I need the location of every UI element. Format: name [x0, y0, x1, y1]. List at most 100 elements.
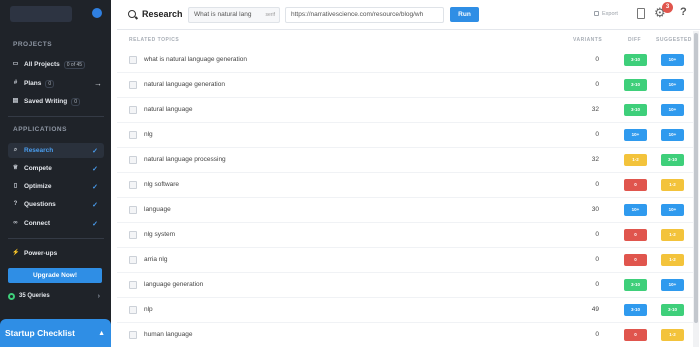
suggested-badge: 1-2	[661, 229, 684, 241]
topic-cell[interactable]: natural language	[144, 106, 192, 113]
row-checkbox[interactable]	[129, 306, 137, 314]
sidebar-item-saved-writing[interactable]: ▤ Saved Writing 0	[8, 94, 104, 109]
table-row[interactable]: nlg 0 10+ 10+	[117, 123, 693, 148]
sidebar-item-plans[interactable]: # Plans 0 →	[8, 76, 104, 91]
row-checkbox[interactable]	[129, 106, 137, 114]
header-variants[interactable]: VARIANTS	[573, 37, 602, 43]
row-checkbox[interactable]	[129, 331, 137, 339]
sidebar-item-research[interactable]: ⌕ Research ✓	[8, 143, 104, 158]
topic-cell[interactable]: nlg system	[144, 231, 175, 238]
sidebar-header	[0, 0, 111, 30]
table-row[interactable]: nlp 49 3-10 3-10	[117, 298, 693, 323]
queries-counter[interactable]: 35 Queries ›	[8, 289, 104, 303]
check-icon: ✓	[92, 165, 98, 173]
document-icon: ▯	[13, 183, 18, 189]
variants-cell: 0	[595, 56, 599, 63]
query-input[interactable]: What is natural lang serif	[188, 7, 280, 23]
sidebar-item-label: Optimize	[24, 183, 52, 190]
table-row[interactable]: what is natural language generation 0 3-10…	[117, 48, 693, 73]
header-suggested[interactable]: SUGGESTED	[656, 37, 692, 43]
topic-cell[interactable]: arria nlg	[144, 256, 167, 263]
table-row[interactable]: human language 0 0 1-2	[117, 323, 693, 347]
topic-cell[interactable]: language	[144, 206, 171, 213]
topic-cell[interactable]: language generation	[144, 281, 203, 288]
table-header: RELATED TOPICS VARIANTS DIFF SUGGESTED	[117, 31, 693, 48]
topic-cell[interactable]: natural language generation	[144, 81, 225, 88]
suggested-badge: 1-2	[661, 254, 684, 266]
row-checkbox[interactable]	[129, 156, 137, 164]
table-row[interactable]: language generation 0 3-10 10+	[117, 273, 693, 298]
search-icon: ⌕	[13, 147, 18, 153]
help-icon[interactable]: ?	[680, 6, 687, 18]
row-checkbox[interactable]	[129, 281, 137, 289]
suggested-badge: 3-10	[661, 304, 684, 316]
table-row[interactable]: natural language 32 3-10 10+	[117, 98, 693, 123]
sidebar-divider	[8, 116, 104, 117]
scrollbar-thumb[interactable]	[694, 33, 698, 323]
topic-cell[interactable]: what is natural language generation	[144, 56, 247, 63]
page-title: Research	[142, 9, 183, 19]
suggested-badge: 10+	[661, 104, 684, 116]
table-row[interactable]: nlg software 0 0 1-2	[117, 173, 693, 198]
check-icon: ✓	[92, 220, 98, 228]
header-diff[interactable]: DIFF	[628, 37, 641, 43]
related-topics-table: RELATED TOPICS VARIANTS DIFF SUGGESTED w…	[117, 31, 693, 347]
row-checkbox[interactable]	[129, 81, 137, 89]
queries-label: 35 Queries	[19, 293, 50, 299]
row-checkbox[interactable]	[129, 206, 137, 214]
variants-cell: 32	[591, 156, 599, 163]
topic-cell[interactable]: human language	[144, 331, 192, 338]
sidebar-item-powerups[interactable]: ⚡ Power-ups	[8, 246, 104, 261]
topic-cell[interactable]: nlp	[144, 306, 153, 313]
sidebar-item-all-projects[interactable]: ▭ All Projects 0 of 45	[8, 57, 104, 72]
row-checkbox[interactable]	[129, 231, 137, 239]
sidebar-item-connect[interactable]: ∞ Connect ✓	[8, 216, 104, 231]
settings-gear-icon[interactable]	[92, 8, 102, 18]
startup-checklist-button[interactable]: Startup Checklist ▲	[0, 319, 111, 347]
diff-badge: 10+	[624, 129, 647, 141]
export-button[interactable]: Export	[602, 11, 618, 17]
row-checkbox[interactable]	[129, 181, 137, 189]
check-icon: ✓	[92, 147, 98, 155]
variants-cell: 0	[595, 81, 599, 88]
sidebar-item-optimize[interactable]: ▯ Optimize ✓	[8, 179, 104, 194]
topic-cell[interactable]: nlg	[144, 131, 153, 138]
sidebar-item-label: Connect	[24, 220, 50, 227]
diff-badge: 0	[624, 229, 647, 241]
header-related-topics[interactable]: RELATED TOPICS	[129, 37, 179, 43]
brand-logo[interactable]	[10, 6, 72, 22]
suggested-badge: 1-2	[661, 329, 684, 341]
diff-badge: 3-10	[624, 79, 647, 91]
upgrade-button[interactable]: Upgrade Now!	[8, 268, 102, 283]
topic-cell[interactable]: nlg software	[144, 181, 179, 188]
row-checkbox[interactable]	[129, 256, 137, 264]
variants-cell: 0	[595, 256, 599, 263]
table-row[interactable]: natural language processing 32 1-2 3-10	[117, 148, 693, 173]
row-checkbox[interactable]	[129, 56, 137, 64]
row-checkbox[interactable]	[129, 131, 137, 139]
diff-badge: 0	[624, 179, 647, 191]
table-row[interactable]: language 30 10+ 10+	[117, 198, 693, 223]
table-row[interactable]: nlg system 0 0 1-2	[117, 223, 693, 248]
table-row[interactable]: arria nlg 0 0 1-2	[117, 248, 693, 273]
arrow-right-icon[interactable]: →	[94, 79, 102, 88]
diff-badge: 1-2	[624, 154, 647, 166]
sidebar-item-compete[interactable]: ♕ Compete ✓	[8, 161, 104, 176]
variants-cell: 0	[595, 281, 599, 288]
diff-badge: 0	[624, 254, 647, 266]
chevron-up-icon: ▲	[98, 329, 105, 337]
suggested-badge: 10+	[661, 79, 684, 91]
url-input[interactable]: https://narrativescience.com/resource/bl…	[285, 7, 444, 23]
variants-cell: 0	[595, 131, 599, 138]
trophy-icon: ♕	[12, 165, 19, 171]
check-icon: ✓	[92, 201, 98, 209]
table-row[interactable]: natural language generation 0 3-10 10+	[117, 73, 693, 98]
run-button[interactable]: Run	[450, 7, 479, 22]
topic-cell[interactable]: natural language processing	[144, 156, 226, 163]
document-icon[interactable]	[637, 8, 645, 19]
link-icon: ∞	[13, 220, 18, 226]
diff-badge: 3-10	[624, 54, 647, 66]
sidebar-item-label: Plans	[24, 80, 42, 87]
sidebar-item-questions[interactable]: ? Questions ✓	[8, 197, 104, 212]
notification-badge[interactable]: 3	[662, 2, 673, 13]
